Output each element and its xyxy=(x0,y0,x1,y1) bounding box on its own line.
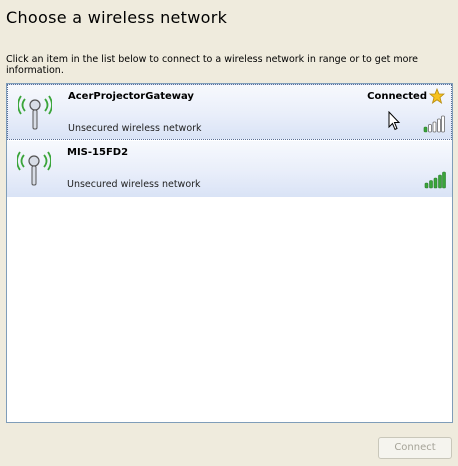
instructions-text: Click an item in the list below to conne… xyxy=(6,54,419,76)
network-name: MIS-15FD2 xyxy=(67,147,129,158)
network-security: Unsecured wireless network xyxy=(68,123,202,134)
connection-status: Connected xyxy=(367,91,427,102)
network-list[interactable]: AcerProjectorGateway Unsecured wireless … xyxy=(6,83,453,423)
connect-button[interactable]: Connect xyxy=(378,437,452,459)
network-item-mis-15fd2[interactable]: MIS-15FD2 Unsecured wireless network xyxy=(7,141,452,197)
wireless-antenna-icon xyxy=(18,95,52,130)
network-name: AcerProjectorGateway xyxy=(68,91,194,102)
wireless-antenna-icon xyxy=(17,151,51,186)
network-item-acerprojectorgateway[interactable]: AcerProjectorGateway Unsecured wireless … xyxy=(7,84,452,140)
favorite-star-icon xyxy=(429,88,445,104)
network-security: Unsecured wireless network xyxy=(67,179,201,190)
signal-strength-icon xyxy=(423,115,445,133)
mouse-cursor-icon xyxy=(388,111,401,131)
page-title: Choose a wireless network xyxy=(6,8,228,27)
signal-strength-icon xyxy=(424,171,446,189)
